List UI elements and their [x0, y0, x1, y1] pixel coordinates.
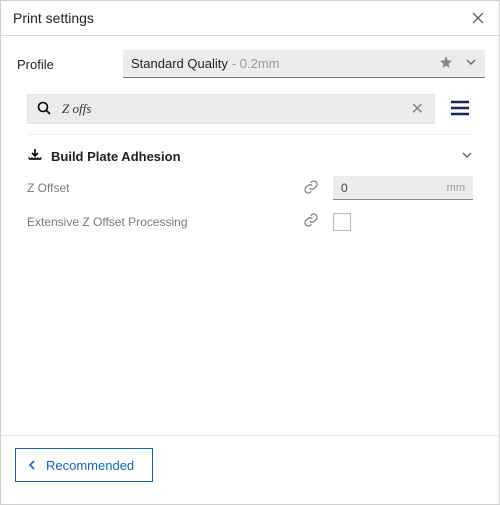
footer: Recommended [1, 435, 499, 504]
setting-row-extensive-z: Extensive Z Offset Processing [15, 206, 485, 237]
profile-select[interactable]: Standard Quality - 0.2mm [123, 50, 485, 78]
recommended-label: Recommended [46, 458, 134, 473]
extensive-z-checkbox[interactable] [333, 213, 351, 231]
link-icon[interactable] [303, 212, 319, 231]
menu-button[interactable] [447, 95, 473, 124]
chevron-left-icon [26, 459, 38, 471]
close-icon [471, 11, 485, 25]
adhesion-icon [27, 147, 43, 166]
profile-name: Standard Quality [131, 56, 228, 71]
profile-row: Profile Standard Quality - 0.2mm [15, 50, 485, 78]
setting-row-z-offset: Z Offset mm [15, 170, 485, 206]
close-button[interactable] [469, 9, 487, 27]
search-icon [36, 100, 52, 119]
print-settings-panel: Print settings Profile Standard Quality … [0, 0, 500, 505]
section-header-adhesion[interactable]: Build Plate Adhesion [15, 143, 485, 170]
link-icon[interactable] [303, 179, 319, 198]
chevron-down-icon [465, 56, 477, 71]
profile-label: Profile [15, 57, 105, 72]
search-row: ✕ [27, 94, 473, 124]
hamburger-icon [449, 97, 471, 119]
titlebar: Print settings [1, 1, 499, 36]
unit-label: mm [447, 182, 465, 194]
divider [27, 134, 473, 135]
profile-detail: - 0.2mm [232, 56, 280, 71]
search-input[interactable] [62, 101, 409, 117]
section-title: Build Plate Adhesion [51, 149, 461, 164]
content-area: Profile Standard Quality - 0.2mm ✕ [1, 36, 499, 435]
search-box: ✕ [27, 94, 435, 124]
star-icon[interactable] [439, 55, 453, 72]
z-offset-input-wrap: mm [333, 176, 473, 200]
setting-label: Extensive Z Offset Processing [27, 215, 295, 229]
setting-label: Z Offset [27, 181, 295, 195]
chevron-down-icon [461, 149, 473, 164]
recommended-button[interactable]: Recommended [15, 448, 153, 482]
clear-search-button[interactable]: ✕ [409, 97, 426, 121]
panel-title: Print settings [13, 10, 94, 26]
